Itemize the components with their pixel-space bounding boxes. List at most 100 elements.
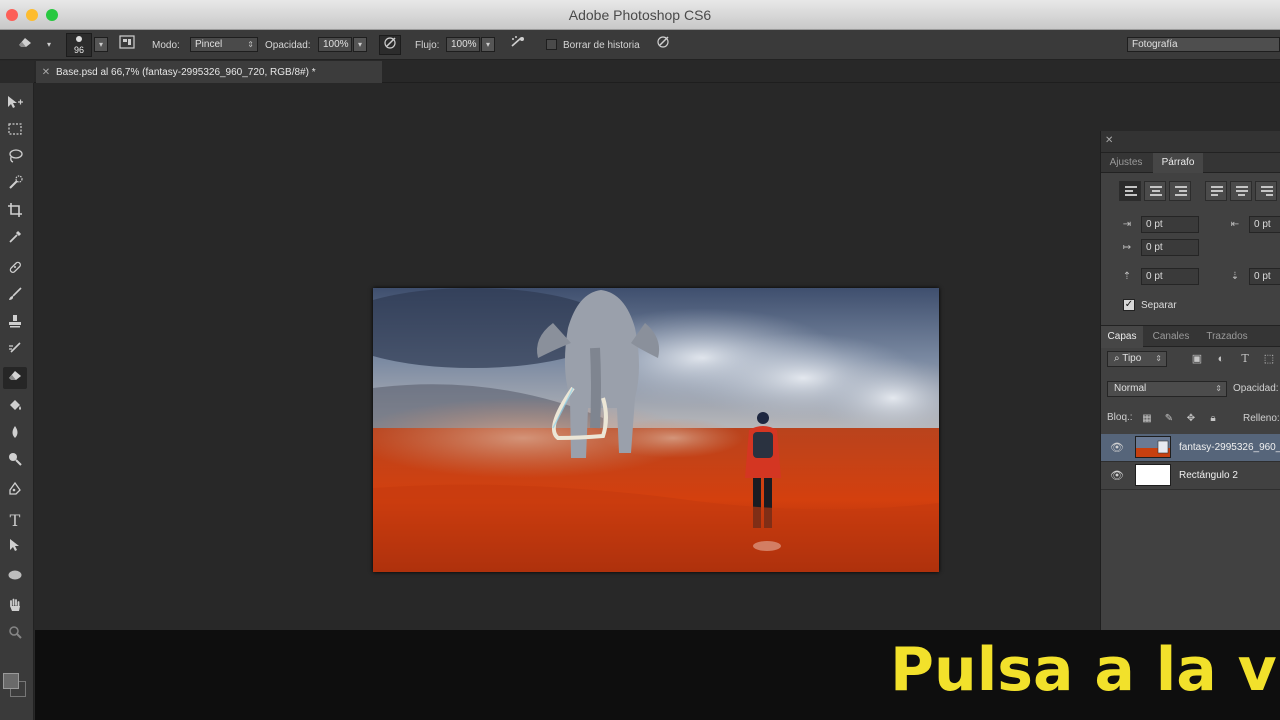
space-before-field[interactable]: 0 pt — [1141, 268, 1199, 285]
space-after-icon: ⇣ — [1230, 271, 1240, 282]
document-tab[interactable]: ✕ Base.psd al 66,7% (fantasy-2995326_960… — [36, 61, 382, 83]
filter-pixel-icon[interactable]: ▣ — [1189, 351, 1205, 367]
close-panel-icon[interactable]: ✕ — [1105, 135, 1113, 146]
layer-filter-value: Tipo — [1122, 353, 1142, 364]
pressure-size-icon[interactable] — [652, 35, 674, 55]
eye-icon[interactable]: 👁︎ — [1110, 469, 1124, 482]
caption-text: Pulsa a la v — [890, 635, 1277, 705]
blend-mode-select[interactable]: Normal ⇕ — [1107, 381, 1227, 397]
indent-right-field[interactable]: 0 pt — [1249, 216, 1280, 233]
space-after-field[interactable]: 0 pt — [1249, 268, 1280, 285]
ellipse-tool[interactable] — [3, 567, 27, 589]
eye-icon[interactable]: 👁︎ — [1110, 441, 1124, 454]
lock-transparent-icon[interactable]: ▦ — [1139, 411, 1155, 427]
brush-size-value: 96 — [73, 45, 84, 55]
pen-tool[interactable] — [3, 481, 27, 503]
pressure-opacity-icon[interactable] — [379, 35, 401, 55]
align-right-button[interactable] — [1169, 181, 1191, 201]
filter-adjustment-icon[interactable]: ◐ — [1213, 351, 1229, 367]
healing-tool[interactable] — [3, 259, 27, 281]
flow-slider-dropdown[interactable]: ▾ — [481, 37, 495, 52]
layer-name: Rectángulo 2 — [1179, 470, 1238, 481]
justify-last-center-button[interactable] — [1230, 181, 1252, 201]
crop-tool[interactable] — [3, 202, 27, 224]
layer-filter-select[interactable]: ⌕ Tipo ⇕ — [1107, 351, 1167, 367]
workspace-select[interactable]: Fotografía — [1127, 37, 1280, 52]
align-center-button[interactable] — [1144, 181, 1166, 201]
flow-input[interactable]: 100% — [446, 37, 480, 52]
clone-stamp-tool[interactable] — [3, 313, 27, 335]
updown-icon: ⇕ — [1155, 354, 1162, 363]
brush-picker-dropdown[interactable]: ▾ — [94, 37, 108, 52]
align-left-button[interactable] — [1119, 181, 1141, 201]
layer-row[interactable]: 👁︎ fantasy-2995326_960_720 — [1101, 434, 1280, 462]
layer-name: fantasy-2995326_960_720 — [1179, 442, 1280, 453]
dodge-tool[interactable] — [3, 451, 27, 473]
marquee-tool[interactable] — [3, 121, 27, 143]
lock-position-icon[interactable]: ✥ — [1183, 411, 1199, 427]
photoshop-window: Adobe Photoshop CS6 ▾ 96 ▾ Modo: Pincel … — [0, 0, 1280, 720]
brush-tool[interactable] — [3, 286, 27, 308]
mode-value: Pincel — [195, 39, 223, 50]
tab-parrafo[interactable]: Párrafo — [1153, 153, 1203, 173]
filter-shape-icon[interactable]: ⬚ — [1261, 351, 1277, 367]
eraser-preset-icon[interactable] — [14, 35, 36, 55]
opacity-slider-dropdown[interactable]: ▾ — [353, 37, 367, 52]
erase-history-checkbox[interactable] — [546, 39, 557, 50]
flow-label: Flujo: — [415, 39, 440, 51]
layer-row[interactable]: 👁︎ Rectángulo 2 — [1101, 462, 1280, 490]
paint-bucket-tool[interactable] — [3, 397, 27, 419]
mode-select[interactable]: Pincel ⇕ — [190, 37, 258, 52]
move-tool[interactable] — [3, 94, 27, 116]
tools-panel-header — [0, 61, 34, 83]
brush-tip-icon — [76, 36, 82, 42]
title-bar: Adobe Photoshop CS6 — [0, 0, 1280, 30]
opacity-input[interactable]: 100% — [318, 37, 352, 52]
blur-tool[interactable] — [3, 424, 27, 446]
eraser-tool[interactable] — [3, 367, 27, 389]
history-brush-tool[interactable] — [3, 340, 27, 362]
lock-all-icon[interactable]: 🔒︎ — [1205, 411, 1221, 427]
airbrush-icon[interactable] — [507, 35, 529, 55]
lock-pixels-icon[interactable]: ✎ — [1161, 411, 1177, 427]
filter-type-icon[interactable]: T — [1237, 351, 1253, 367]
paragraph-panel-tabs: Ajustes Párrafo — [1101, 153, 1280, 173]
lasso-tool[interactable] — [3, 148, 27, 170]
updown-icon: ⇕ — [1215, 384, 1222, 393]
opacity-label: Opacidad: — [265, 39, 311, 51]
space-before-icon: ⇡ — [1122, 271, 1132, 282]
close-tab-icon[interactable]: ✕ — [36, 67, 56, 78]
blend-mode-value: Normal — [1114, 383, 1147, 394]
document-canvas[interactable] — [373, 288, 939, 572]
paragraph-align-buttons — [1119, 181, 1277, 201]
indent-first-line-icon: ↦ — [1122, 242, 1132, 253]
hand-tool[interactable] — [3, 597, 27, 619]
justify-last-right-button[interactable] — [1255, 181, 1277, 201]
justify-last-left-button[interactable] — [1205, 181, 1227, 201]
tab-capas[interactable]: Capas — [1101, 326, 1143, 348]
window-title: Adobe Photoshop CS6 — [568, 7, 712, 23]
search-icon: ⌕ — [1114, 353, 1123, 364]
brush-panel-toggle-icon[interactable] — [116, 35, 138, 55]
tab-ajustes[interactable]: Ajustes — [1101, 153, 1151, 173]
quick-selection-tool[interactable] — [3, 175, 27, 197]
zoom-tool[interactable] — [3, 624, 27, 646]
chevron-down-icon[interactable]: ▾ — [38, 35, 60, 55]
brush-size-picker[interactable]: 96 — [66, 33, 92, 57]
hyphenate-label: Separar — [1141, 300, 1177, 311]
layers-panel-tabs: Capas Canales Trazados — [1101, 325, 1280, 348]
path-selection-tool[interactable] — [3, 537, 27, 559]
right-panel-dock: ✕ Ajustes Párrafo ⇥ 0 pt ⇤ 0 pt ↦ 0 pt ⇡… — [1100, 131, 1280, 631]
indent-left-field[interactable]: 0 pt — [1141, 216, 1199, 233]
document-tab-title: Base.psd al 66,7% (fantasy-2995326_960_7… — [56, 66, 316, 78]
tab-trazados[interactable]: Trazados — [1199, 326, 1255, 348]
indent-first-line-field[interactable]: 0 pt — [1141, 239, 1199, 256]
updown-icon: ⇕ — [247, 40, 254, 49]
tab-canales[interactable]: Canales — [1145, 326, 1197, 348]
type-tool[interactable]: T — [3, 510, 27, 532]
hyphenate-checkbox[interactable]: ✓ — [1123, 299, 1135, 311]
eyedropper-tool[interactable] — [3, 229, 27, 251]
document-tab-bar: ✕ Base.psd al 66,7% (fantasy-2995326_960… — [0, 61, 1280, 83]
foreground-color-swatch[interactable] — [3, 673, 19, 689]
lock-label: Bloq.: — [1107, 412, 1133, 423]
